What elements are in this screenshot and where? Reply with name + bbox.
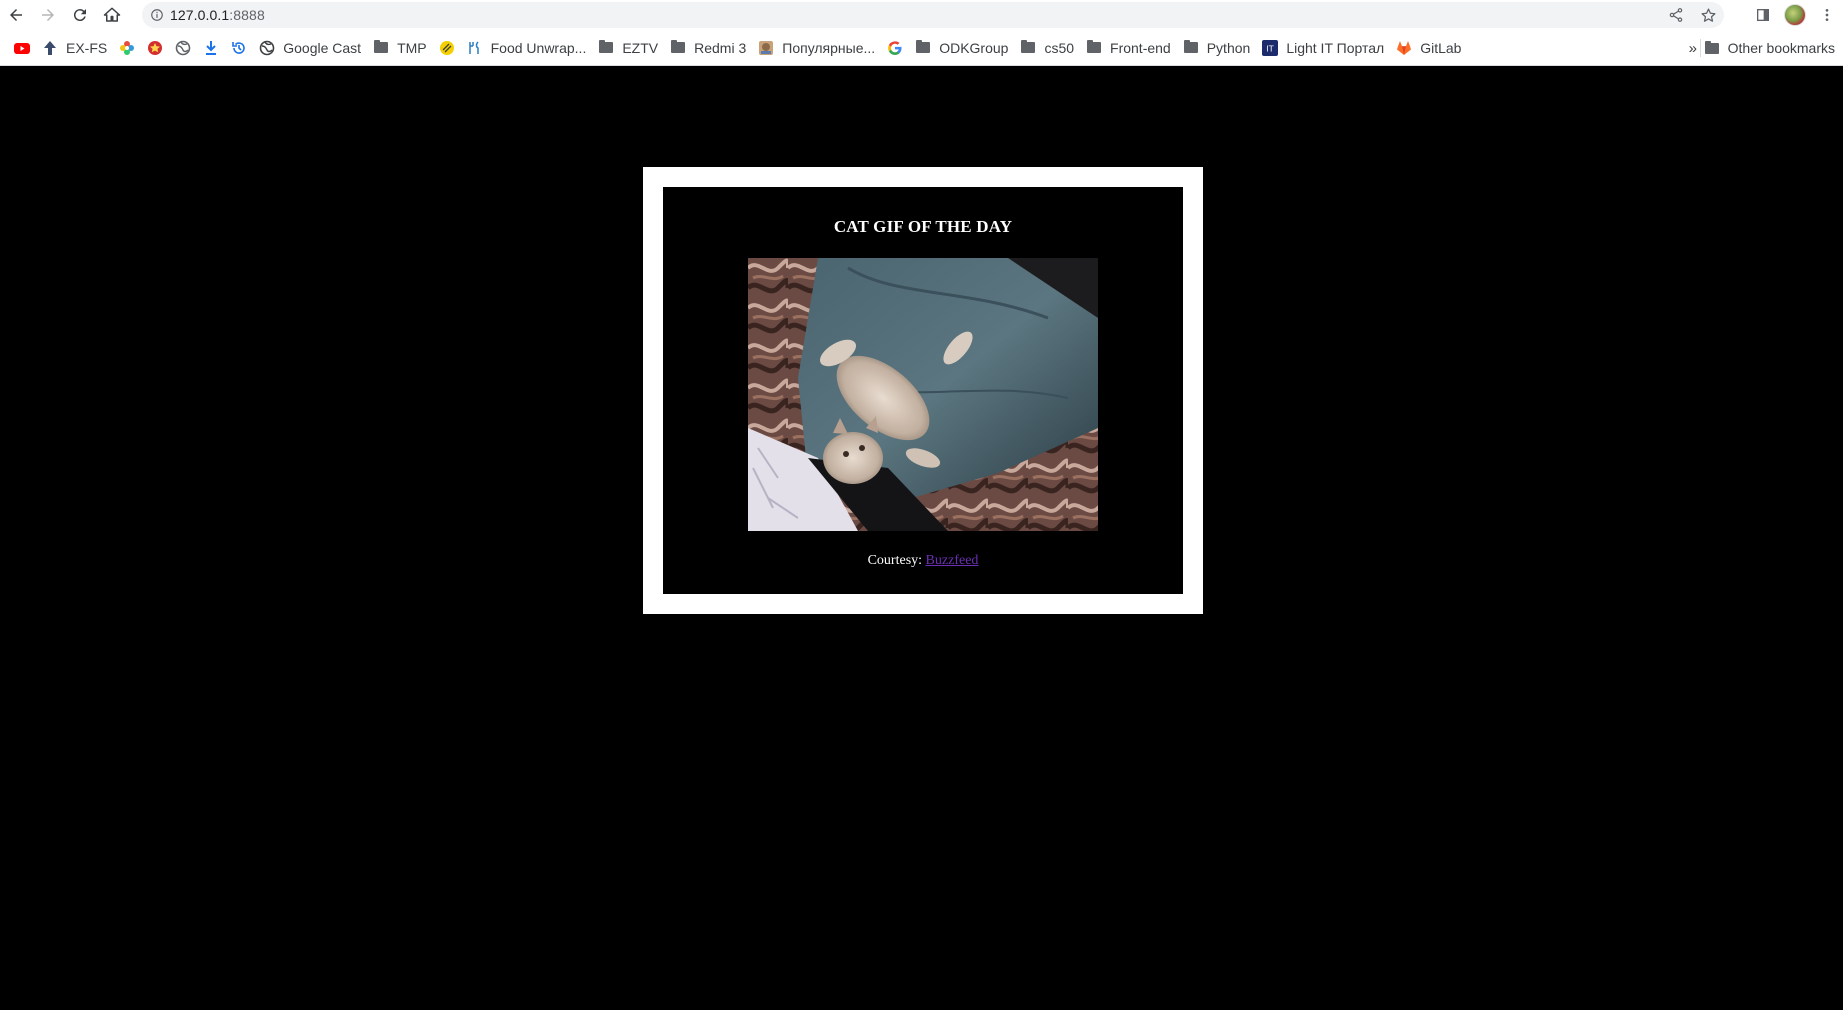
bookmark-label: GitLab	[1420, 39, 1462, 56]
forward-arrow-icon[interactable]	[32, 0, 64, 30]
courtesy-label: Courtesy:	[867, 553, 923, 568]
gitlab-icon	[1396, 40, 1412, 56]
bookmark-yellow[interactable]	[433, 34, 461, 62]
flower-icon	[119, 40, 135, 56]
bookmark-folder-eztv[interactable]: EZTV	[592, 34, 664, 62]
bookmark-lightit[interactable]: IT Light IT Портал	[1256, 34, 1390, 62]
folder-icon	[670, 40, 686, 56]
bookmark-flower[interactable]	[113, 34, 141, 62]
page-title: CAT GIF OF THE DAY	[833, 217, 1013, 236]
bookmark-google-cast[interactable]: Google Cast	[253, 34, 367, 62]
bookmarks-overflow-button[interactable]: »	[1689, 30, 1697, 66]
bookmark-globe[interactable]	[169, 34, 197, 62]
yellow-circle-icon	[439, 40, 455, 56]
bookmark-gitlab[interactable]: GitLab	[1390, 34, 1467, 62]
bookmark-other-bookmarks[interactable]: Other bookmarks	[1698, 30, 1841, 66]
content-frame: CAT GIF OF THE DAY Courtesy: Buzzfeed	[643, 167, 1203, 614]
food-icon	[467, 40, 483, 56]
download-icon	[203, 40, 219, 56]
url-port: :8888	[229, 7, 265, 23]
browser-toolbar: 127.0.0.1:8888	[0, 0, 1843, 30]
bookmark-label: Google Cast	[283, 39, 362, 56]
bookmark-google[interactable]	[881, 34, 909, 62]
history-icon	[231, 40, 247, 56]
bookmark-label: Популярные...	[782, 39, 876, 56]
buzzfeed-link[interactable]: Buzzfeed	[926, 553, 979, 568]
avatar	[1784, 4, 1806, 26]
google-icon	[887, 40, 903, 56]
page-body: CAT GIF OF THE DAY Courtesy: Buzzfeed	[0, 67, 1843, 1010]
info-icon[interactable]	[144, 2, 170, 28]
bookmarks-bar: EX-FS Google Cast TMP Food Unwrap... EZT…	[0, 30, 1843, 66]
bookmark-label: cs50	[1044, 39, 1075, 56]
cat-gif-image	[748, 258, 1098, 531]
star-icon[interactable]	[1692, 2, 1724, 28]
globe-icon	[175, 40, 191, 56]
badge-icon	[147, 40, 163, 56]
bookmark-folder-odkgroup[interactable]: ODKGroup	[909, 34, 1014, 62]
bookmark-download[interactable]	[197, 34, 225, 62]
bookmark-label: ODKGroup	[939, 39, 1009, 56]
bookmark-ex-fs[interactable]: EX-FS	[36, 34, 113, 62]
folder-icon	[598, 40, 614, 56]
lightit-icon: IT	[1262, 39, 1279, 56]
bookmark-label: Light IT Портал	[1286, 39, 1385, 56]
folder-icon	[1020, 40, 1036, 56]
globe-icon	[259, 40, 275, 56]
bookmark-folder-tmp[interactable]: TMP	[367, 34, 433, 62]
bookmark-label: Redmi 3	[694, 39, 747, 56]
bookmark-label: Python	[1206, 39, 1251, 56]
bookmark-popular[interactable]: Популярные...	[752, 34, 881, 62]
bookmark-folder-python[interactable]: Python	[1177, 34, 1257, 62]
courtesy-line: Courtesy: Buzzfeed	[868, 553, 979, 569]
youtube-icon	[14, 40, 30, 56]
bookmark-label: TMP	[397, 39, 427, 56]
bookmark-folder-redmi[interactable]: Redmi 3	[664, 34, 752, 62]
folder-icon	[1704, 40, 1720, 56]
bookmark-label: Front-end	[1110, 39, 1171, 56]
side-panel-icon[interactable]	[1747, 0, 1779, 30]
folder-icon	[915, 40, 931, 56]
address-bar[interactable]: 127.0.0.1:8888	[142, 2, 1724, 28]
folder-icon	[373, 40, 389, 56]
bookmark-folder-frontend[interactable]: Front-end	[1080, 34, 1177, 62]
bookmark-youtube[interactable]	[8, 34, 36, 62]
bookmark-label: EZTV	[622, 39, 659, 56]
bookmark-label: Food Unwrap...	[490, 39, 587, 56]
bookmark-badge[interactable]	[141, 34, 169, 62]
arrow-up-icon	[42, 40, 58, 56]
back-arrow-icon[interactable]	[0, 0, 32, 30]
profile-avatar[interactable]	[1779, 0, 1811, 30]
svg-text:IT: IT	[1267, 44, 1274, 53]
reload-icon[interactable]	[64, 0, 96, 30]
folder-icon	[1086, 40, 1102, 56]
url-host: 127.0.0.1	[170, 7, 230, 23]
bookmarks-more-label: »	[1688, 39, 1697, 57]
bookmark-food-unwrap[interactable]: Food Unwrap...	[461, 34, 593, 62]
content-box: CAT GIF OF THE DAY Courtesy: Buzzfeed	[663, 187, 1183, 594]
url-text: 127.0.0.1:8888	[170, 7, 265, 23]
thumbnail-icon	[758, 40, 774, 56]
bookmark-label: EX-FS	[66, 39, 108, 56]
cat-gif-illustration	[748, 258, 1098, 531]
bookmark-label: Other bookmarks	[1727, 40, 1835, 56]
folder-icon	[1183, 40, 1199, 56]
bookmark-history[interactable]	[225, 34, 253, 62]
share-icon[interactable]	[1660, 2, 1692, 28]
bookmark-folder-cs50[interactable]: cs50	[1014, 34, 1080, 62]
kebab-menu-icon[interactable]	[1811, 0, 1843, 30]
home-icon[interactable]	[96, 0, 128, 30]
